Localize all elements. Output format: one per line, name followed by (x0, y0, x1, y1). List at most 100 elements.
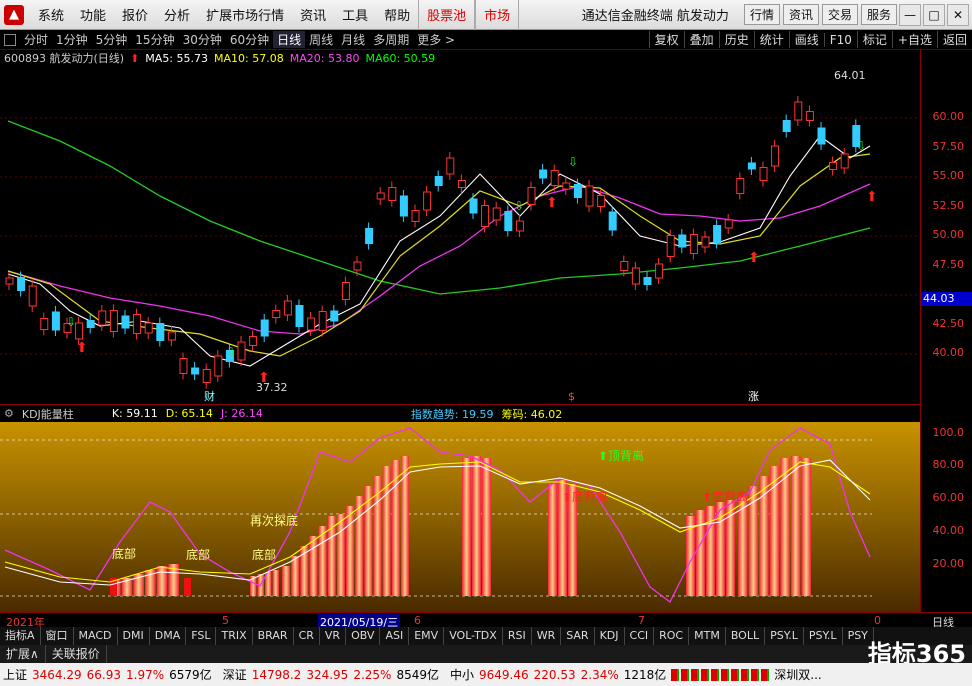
quote-button[interactable]: 行情 (743, 4, 780, 25)
zx-label[interactable]: 中小 (450, 666, 474, 683)
indicator-tab[interactable]: BOLL (726, 627, 766, 645)
candle (167, 331, 176, 341)
period-daily[interactable]: 日线 (273, 31, 306, 48)
indicator-tab[interactable]: DMI (118, 627, 150, 645)
minimize-icon[interactable]: — (899, 3, 921, 26)
indicator-tab[interactable]: SAR (561, 627, 595, 645)
kdj-chips: 筹码: 46.02 (501, 407, 563, 421)
kdj-energy-chart[interactable]: 底部 底部 底部 再次探底 ⬆顶背离 ⬆底背离 ⬆底背离 (0, 422, 920, 612)
candle (423, 191, 432, 211)
candle (249, 336, 258, 346)
period-weekly[interactable]: 周线 (305, 31, 337, 48)
menu-ext-market[interactable]: 扩展市场行情 (198, 0, 292, 30)
menu-tools[interactable]: 工具 (334, 0, 376, 30)
kdj-bar (801, 458, 811, 596)
gear-icon[interactable]: ⚙ (4, 407, 14, 420)
tool-stats[interactable]: 统计 (753, 31, 789, 48)
indicator-tab[interactable]: PSY.L (804, 627, 843, 645)
candle (260, 319, 269, 337)
period-30min[interactable]: 30分钟 (179, 31, 226, 48)
indicator-tab[interactable]: VOL-TDX (444, 627, 503, 645)
candle (573, 184, 582, 198)
kdj-j: J: 26.14 (220, 407, 263, 420)
indicator-tab[interactable]: PSY.L (765, 627, 804, 645)
period-monthly[interactable]: 月线 (337, 31, 369, 48)
period-15min[interactable]: 15分钟 (131, 31, 178, 48)
service-button[interactable]: 服务 (860, 4, 897, 25)
period-more[interactable]: 更多 > (413, 31, 459, 48)
indicator-tab[interactable]: ASI (380, 627, 410, 645)
indicator-tab[interactable]: BRAR (253, 627, 294, 645)
tab-extend[interactable]: 扩展∧ (0, 645, 46, 663)
indicator-tab[interactable]: MACD (74, 627, 118, 645)
candlestick-chart[interactable]: ⬆ ⬆ ⬆ ⬆ ⬆ ⇩ ⇩ ⇩ ⇩ ⇩ 64.01 37.32 财 $ 涨 (0, 66, 920, 404)
tab-related-quote[interactable]: 关联报价 (46, 645, 107, 663)
candle (17, 277, 26, 291)
kdj-axis: 100.0 80.00 60.00 40.00 20.00 (920, 404, 972, 612)
indicator-tab[interactable]: DMA (150, 627, 187, 645)
menu-info[interactable]: 资讯 (292, 0, 334, 30)
layout-icon[interactable] (4, 33, 16, 46)
sh-change: 66.93 (86, 667, 121, 682)
period-timeshare[interactable]: 分时 (20, 31, 52, 48)
indicator-tab[interactable]: CCI (625, 627, 655, 645)
indicator-tab[interactable]: CR (294, 627, 320, 645)
indicator-tab[interactable]: 窗口 (41, 627, 74, 645)
period-1min[interactable]: 1分钟 (52, 31, 92, 48)
trade-button[interactable]: 交易 (821, 4, 858, 25)
tool-adjust[interactable]: 复权 (648, 31, 684, 48)
sell-arrow-icon: ⇩ (514, 199, 524, 213)
menu-quote[interactable]: 报价 (114, 0, 156, 30)
indicator-tab[interactable]: WR (532, 627, 562, 645)
indicator-tab[interactable]: FSL (186, 627, 217, 645)
period-multi[interactable]: 多周期 (369, 31, 413, 48)
indicator-tab[interactable]: 指标A (0, 627, 41, 645)
close-icon[interactable]: ✕ (947, 3, 969, 26)
info-button[interactable]: 资讯 (782, 4, 819, 25)
kdj-tick: 100.0 (932, 426, 965, 439)
ma60-value: MA60: 50.59 (365, 51, 436, 65)
ma10-value: MA10: 57.08 (214, 51, 284, 65)
period-5min[interactable]: 5分钟 (92, 31, 132, 48)
extra-ticker[interactable]: 深圳双... (774, 666, 821, 683)
candle (585, 185, 594, 207)
indicator-tab[interactable]: OBV (346, 627, 381, 645)
kdj-bar (548, 484, 557, 596)
sell-arrow-icon: ⇩ (66, 315, 76, 329)
sh-percent: 1.97% (126, 667, 165, 682)
indicator-tab[interactable]: EMV (409, 627, 445, 645)
candle (701, 236, 710, 248)
kdj-bar (759, 476, 769, 596)
date-label: 5 (222, 614, 229, 627)
tool-add-watch[interactable]: +自选 (891, 31, 937, 48)
period-60min[interactable]: 60分钟 (226, 31, 273, 48)
sh-label[interactable]: 上证 (3, 666, 27, 683)
current-price-tag: 44.03 (921, 292, 972, 306)
tool-mark[interactable]: 标记 (856, 31, 892, 48)
indicator-tab[interactable]: VR (320, 627, 347, 645)
menu-help[interactable]: 帮助 (376, 0, 418, 30)
indicator-tab[interactable]: KDJ (595, 627, 625, 645)
maximize-icon[interactable]: □ (923, 3, 945, 26)
tool-overlay[interactable]: 叠加 (683, 31, 719, 48)
indicator-tab[interactable]: ROC (654, 627, 690, 645)
price-tick: 57.50 (932, 140, 965, 153)
indicator-tab[interactable]: RSI (503, 627, 532, 645)
menu-market[interactable]: 市场 (475, 0, 520, 30)
sz-label[interactable]: 深证 (223, 666, 247, 683)
menu-stock-pool[interactable]: 股票池 (418, 0, 476, 30)
tool-history[interactable]: 历史 (718, 31, 754, 48)
candle (399, 195, 408, 217)
zx-value: 9649.46 (479, 667, 529, 682)
tool-back[interactable]: 返回 (936, 31, 972, 48)
tool-f10[interactable]: F10 (823, 32, 857, 47)
tool-draw[interactable]: 画线 (788, 31, 824, 48)
zx-amount: 1218亿 (623, 668, 667, 682)
indicator-tab[interactable]: MTM (689, 627, 726, 645)
event-marker-zhang: 涨 (748, 390, 759, 403)
menu-analysis[interactable]: 分析 (156, 0, 198, 30)
indicator-tab[interactable]: TRIX (216, 627, 253, 645)
menu-function[interactable]: 功能 (72, 0, 114, 30)
menu-system[interactable]: 系统 (30, 0, 72, 30)
zx-change: 220.53 (533, 667, 576, 682)
